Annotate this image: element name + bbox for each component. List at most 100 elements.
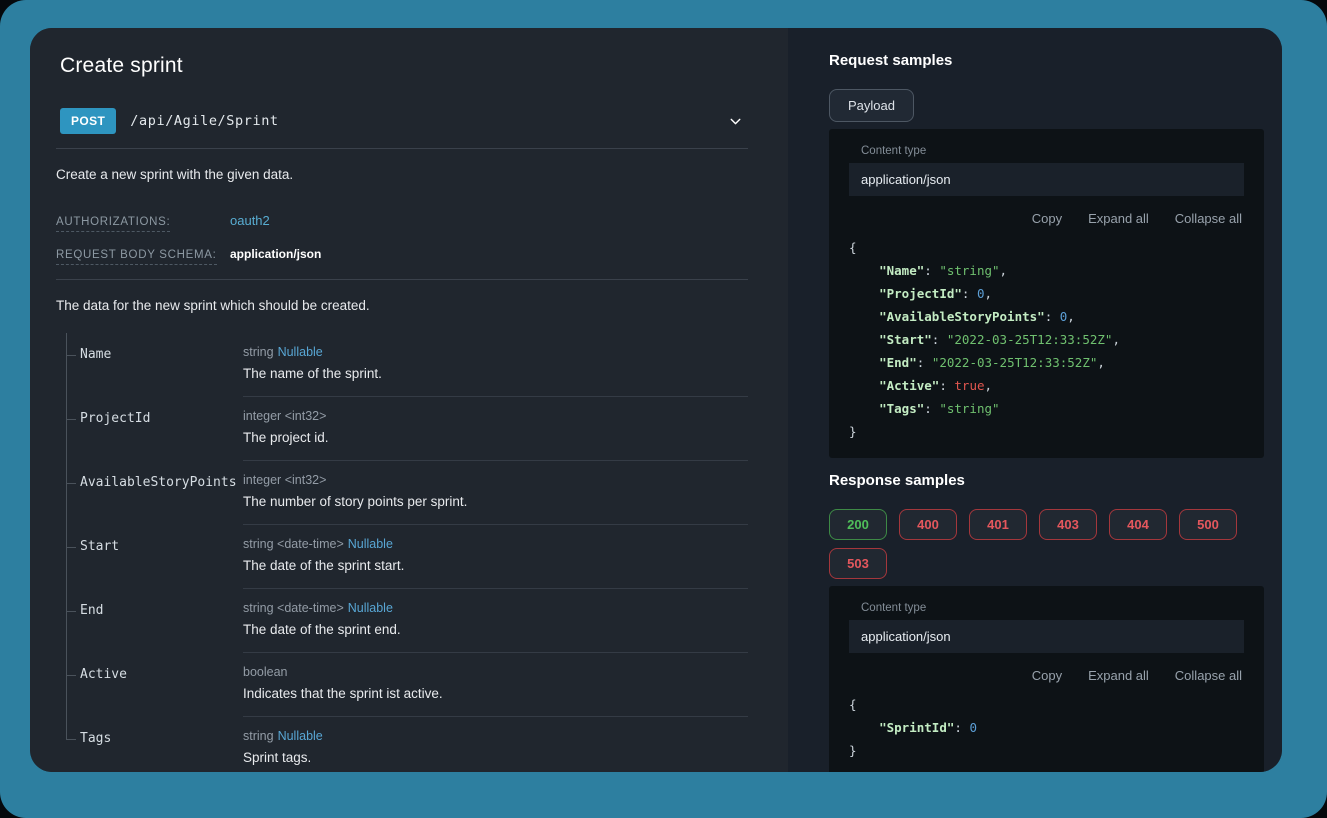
code-line: "SprintId": 0: [849, 716, 1244, 739]
response-code: { "SprintId": 0}: [849, 693, 1244, 762]
content-type-label: Content type: [849, 602, 1244, 614]
response-code-tab[interactable]: 200: [829, 509, 887, 540]
field-type: string <date-time>: [243, 601, 344, 615]
code-token: }: [849, 743, 857, 758]
content-type-select[interactable]: application/json: [849, 163, 1244, 196]
response-samples-heading: Response samples: [829, 472, 1264, 489]
content-type-label: Content type: [849, 145, 1244, 157]
tab-payload[interactable]: Payload: [829, 89, 914, 122]
field-nullable: Nullable: [348, 537, 393, 551]
field-details: stringNullable The name of the sprint.: [243, 345, 748, 397]
code-token: 0: [977, 286, 985, 301]
body-description: The data for the new sprint which should…: [56, 298, 748, 313]
field-details: stringNullable Sprint tags.: [243, 729, 748, 772]
code-token: [849, 401, 879, 416]
response-code-tab[interactable]: 500: [1179, 509, 1237, 540]
response-code-tab[interactable]: 400: [899, 509, 957, 540]
code-line: }: [849, 420, 1244, 443]
field-description: Sprint tags.: [243, 750, 748, 765]
schema-field-row: Tags stringNullable Sprint tags.: [66, 717, 748, 772]
api-docs-window: Create sprint POST /api/Agile/Sprint Cre…: [30, 28, 1282, 772]
code-token: "Active": [879, 378, 939, 393]
code-token: [849, 355, 879, 370]
response-code-tab[interactable]: 404: [1109, 509, 1167, 540]
code-token: ,: [1112, 332, 1120, 347]
request-body-content-type: application/json: [230, 247, 321, 261]
expand-all-button[interactable]: Expand all: [1088, 211, 1149, 226]
code-line: {: [849, 236, 1244, 259]
code-token: "SprintId": [879, 720, 954, 735]
field-type: integer <int32>: [243, 409, 326, 423]
field-nullable: Nullable: [278, 345, 323, 359]
code-token: [849, 286, 879, 301]
field-type: boolean: [243, 665, 288, 679]
field-details: integer <int32> The project id.: [243, 409, 748, 461]
field-type-line: stringNullable: [243, 729, 748, 743]
response-code-tab[interactable]: 403: [1039, 509, 1097, 540]
field-name: Active: [80, 665, 243, 717]
code-token: "string": [939, 263, 999, 278]
code-line: "Start": "2022-03-25T12:33:52Z",: [849, 328, 1244, 351]
field-description: The project id.: [243, 430, 748, 445]
expand-all-button[interactable]: Expand all: [1088, 668, 1149, 683]
field-details: boolean Indicates that the sprint ist ac…: [243, 665, 748, 717]
field-type-line: stringNullable: [243, 345, 748, 359]
oauth2-link[interactable]: oauth2: [230, 213, 270, 228]
chevron-down-icon[interactable]: [727, 113, 748, 130]
code-token: "End": [879, 355, 917, 370]
copy-button[interactable]: Copy: [1032, 211, 1062, 226]
code-line: }: [849, 739, 1244, 762]
response-code-tabs: 200 400 401 403 404 500 503: [829, 509, 1264, 579]
code-token: :: [1045, 309, 1060, 324]
copy-button[interactable]: Copy: [1032, 668, 1062, 683]
field-name: End: [80, 601, 243, 653]
code-token: :: [924, 401, 939, 416]
code-token: true: [954, 378, 984, 393]
operation-description: Create a new sprint with the given data.: [56, 167, 748, 182]
authorizations-label-text: AUTHORIZATIONS:: [56, 216, 170, 232]
field-nullable: Nullable: [348, 601, 393, 615]
field-type: string <date-time>: [243, 537, 344, 551]
field-details: string <date-time>Nullable The date of t…: [243, 601, 748, 653]
code-line: "Tags": "string": [849, 397, 1244, 420]
field-details: integer <int32> The number of story poin…: [243, 473, 748, 525]
code-token: :: [939, 378, 954, 393]
code-token: :: [954, 720, 969, 735]
collapse-all-button[interactable]: Collapse all: [1175, 211, 1242, 226]
code-token: :: [917, 355, 932, 370]
code-token: ,: [1067, 309, 1075, 324]
response-code-tab[interactable]: 503: [829, 548, 887, 579]
code-token: ,: [985, 378, 993, 393]
code-token: [849, 263, 879, 278]
code-token: "ProjectId": [879, 286, 962, 301]
code-token: ,: [1000, 263, 1008, 278]
response-code-tab[interactable]: 401: [969, 509, 1027, 540]
request-sample-panel: Content type application/json Copy Expan…: [829, 129, 1264, 458]
field-name: AvailableStoryPoints: [80, 473, 243, 525]
field-name: Start: [80, 537, 243, 589]
request-body-schema-row: REQUEST BODY SCHEMA: application/json: [56, 245, 748, 263]
field-name: ProjectId: [80, 409, 243, 461]
field-type: string: [243, 729, 274, 743]
content-type-select[interactable]: application/json: [849, 620, 1244, 653]
field-type-line: integer <int32>: [243, 409, 748, 423]
schema-field-row: Name stringNullable The name of the spri…: [66, 333, 748, 397]
code-token: ,: [1097, 355, 1105, 370]
code-line: "AvailableStoryPoints": 0,: [849, 305, 1244, 328]
field-description: The name of the sprint.: [243, 366, 748, 381]
code-token: [849, 720, 879, 735]
field-type-line: boolean: [243, 665, 748, 679]
field-details: string <date-time>Nullable The date of t…: [243, 537, 748, 589]
http-method-badge: POST: [60, 108, 116, 134]
code-token: "Tags": [879, 401, 924, 416]
code-token: [849, 309, 879, 324]
field-description: The number of story points per sprint.: [243, 494, 748, 509]
code-line: "ProjectId": 0,: [849, 282, 1244, 305]
endpoint-row[interactable]: POST /api/Agile/Sprint: [56, 108, 748, 149]
samples-panel: Request samples Payload Content type app…: [788, 28, 1282, 772]
field-type-line: string <date-time> Nullable: [243, 601, 748, 615]
authorizations-label: AUTHORIZATIONS:: [56, 212, 230, 230]
code-token: "Name": [879, 263, 924, 278]
collapse-all-button[interactable]: Collapse all: [1175, 668, 1242, 683]
code-token: :: [962, 286, 977, 301]
